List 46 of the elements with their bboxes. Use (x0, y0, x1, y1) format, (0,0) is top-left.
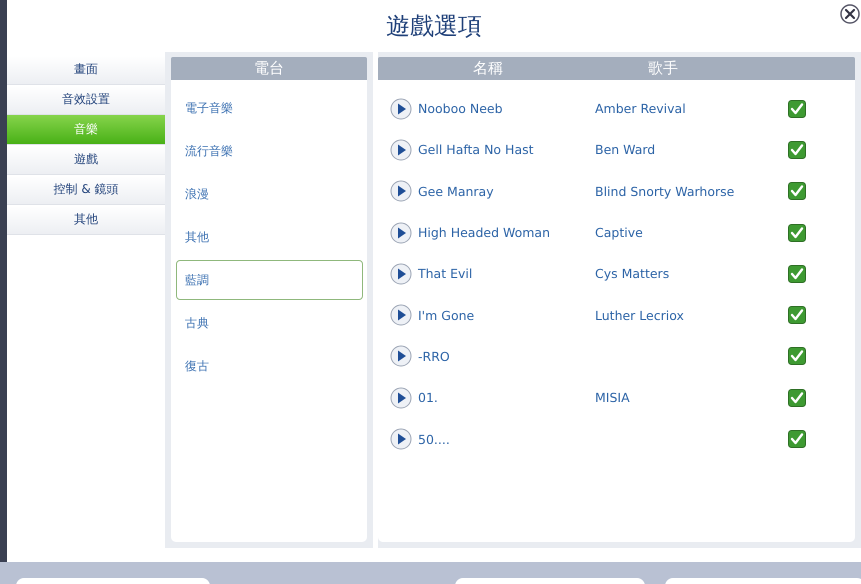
artist-name: Ben Ward (595, 142, 656, 158)
play-icon[interactable] (390, 98, 412, 120)
checkbox[interactable] (788, 264, 806, 283)
artist-name: Amber Revival (595, 101, 686, 116)
station-item[interactable]: 電子音樂 (176, 88, 363, 128)
song-name: High Headed Woman (418, 225, 550, 240)
song-name: I'm Gone (418, 308, 474, 323)
play-icon[interactable] (390, 222, 412, 244)
play-icon[interactable] (390, 345, 412, 368)
play-icon[interactable] (390, 428, 412, 450)
artist-name: MISIA (595, 390, 630, 406)
checkbox[interactable] (788, 100, 806, 118)
station-item[interactable]: 古典 (176, 303, 363, 343)
song-name: 50.... (418, 432, 450, 447)
artist-name: Luther Lecriox (595, 308, 684, 323)
column-header: 名稱 (472, 59, 504, 78)
song-name: 01. (418, 390, 438, 406)
column-header: 歌手 (647, 59, 679, 78)
station-item[interactable]: 其他 (176, 217, 363, 257)
play-icon[interactable] (390, 386, 412, 409)
checkbox[interactable] (788, 182, 806, 200)
artist-name: Blind Snorty Warhorse (595, 184, 734, 199)
play-icon[interactable] (390, 180, 412, 202)
song-name: That Evil (418, 266, 472, 282)
play-icon[interactable] (390, 304, 412, 326)
station-item[interactable]: 復古 (176, 346, 363, 386)
station-item[interactable]: 浪漫 (176, 174, 363, 214)
checkbox[interactable] (788, 224, 806, 242)
play-icon[interactable] (390, 262, 412, 285)
column-header: 電台 (171, 57, 367, 80)
station-item[interactable]: 藍調 (176, 260, 363, 300)
checkbox[interactable] (788, 306, 806, 324)
close-icon[interactable] (840, 4, 860, 24)
play-icon[interactable] (390, 138, 412, 161)
song-name: Gell Hafta No Hast (418, 142, 534, 158)
checkbox[interactable] (788, 140, 806, 159)
song-name: Gee Manray (418, 184, 494, 199)
artist-name: Cys Matters (595, 266, 670, 282)
song-name: -RRO (418, 348, 450, 364)
checkbox[interactable] (788, 430, 806, 448)
song-name: Nooboo Neeb (418, 101, 503, 116)
window-title: 遊戲選項 (386, 11, 482, 42)
artist-name: Captive (595, 225, 643, 240)
checkbox[interactable] (788, 347, 806, 366)
station-item[interactable]: 流行音樂 (176, 131, 363, 171)
checkbox[interactable] (788, 388, 806, 407)
